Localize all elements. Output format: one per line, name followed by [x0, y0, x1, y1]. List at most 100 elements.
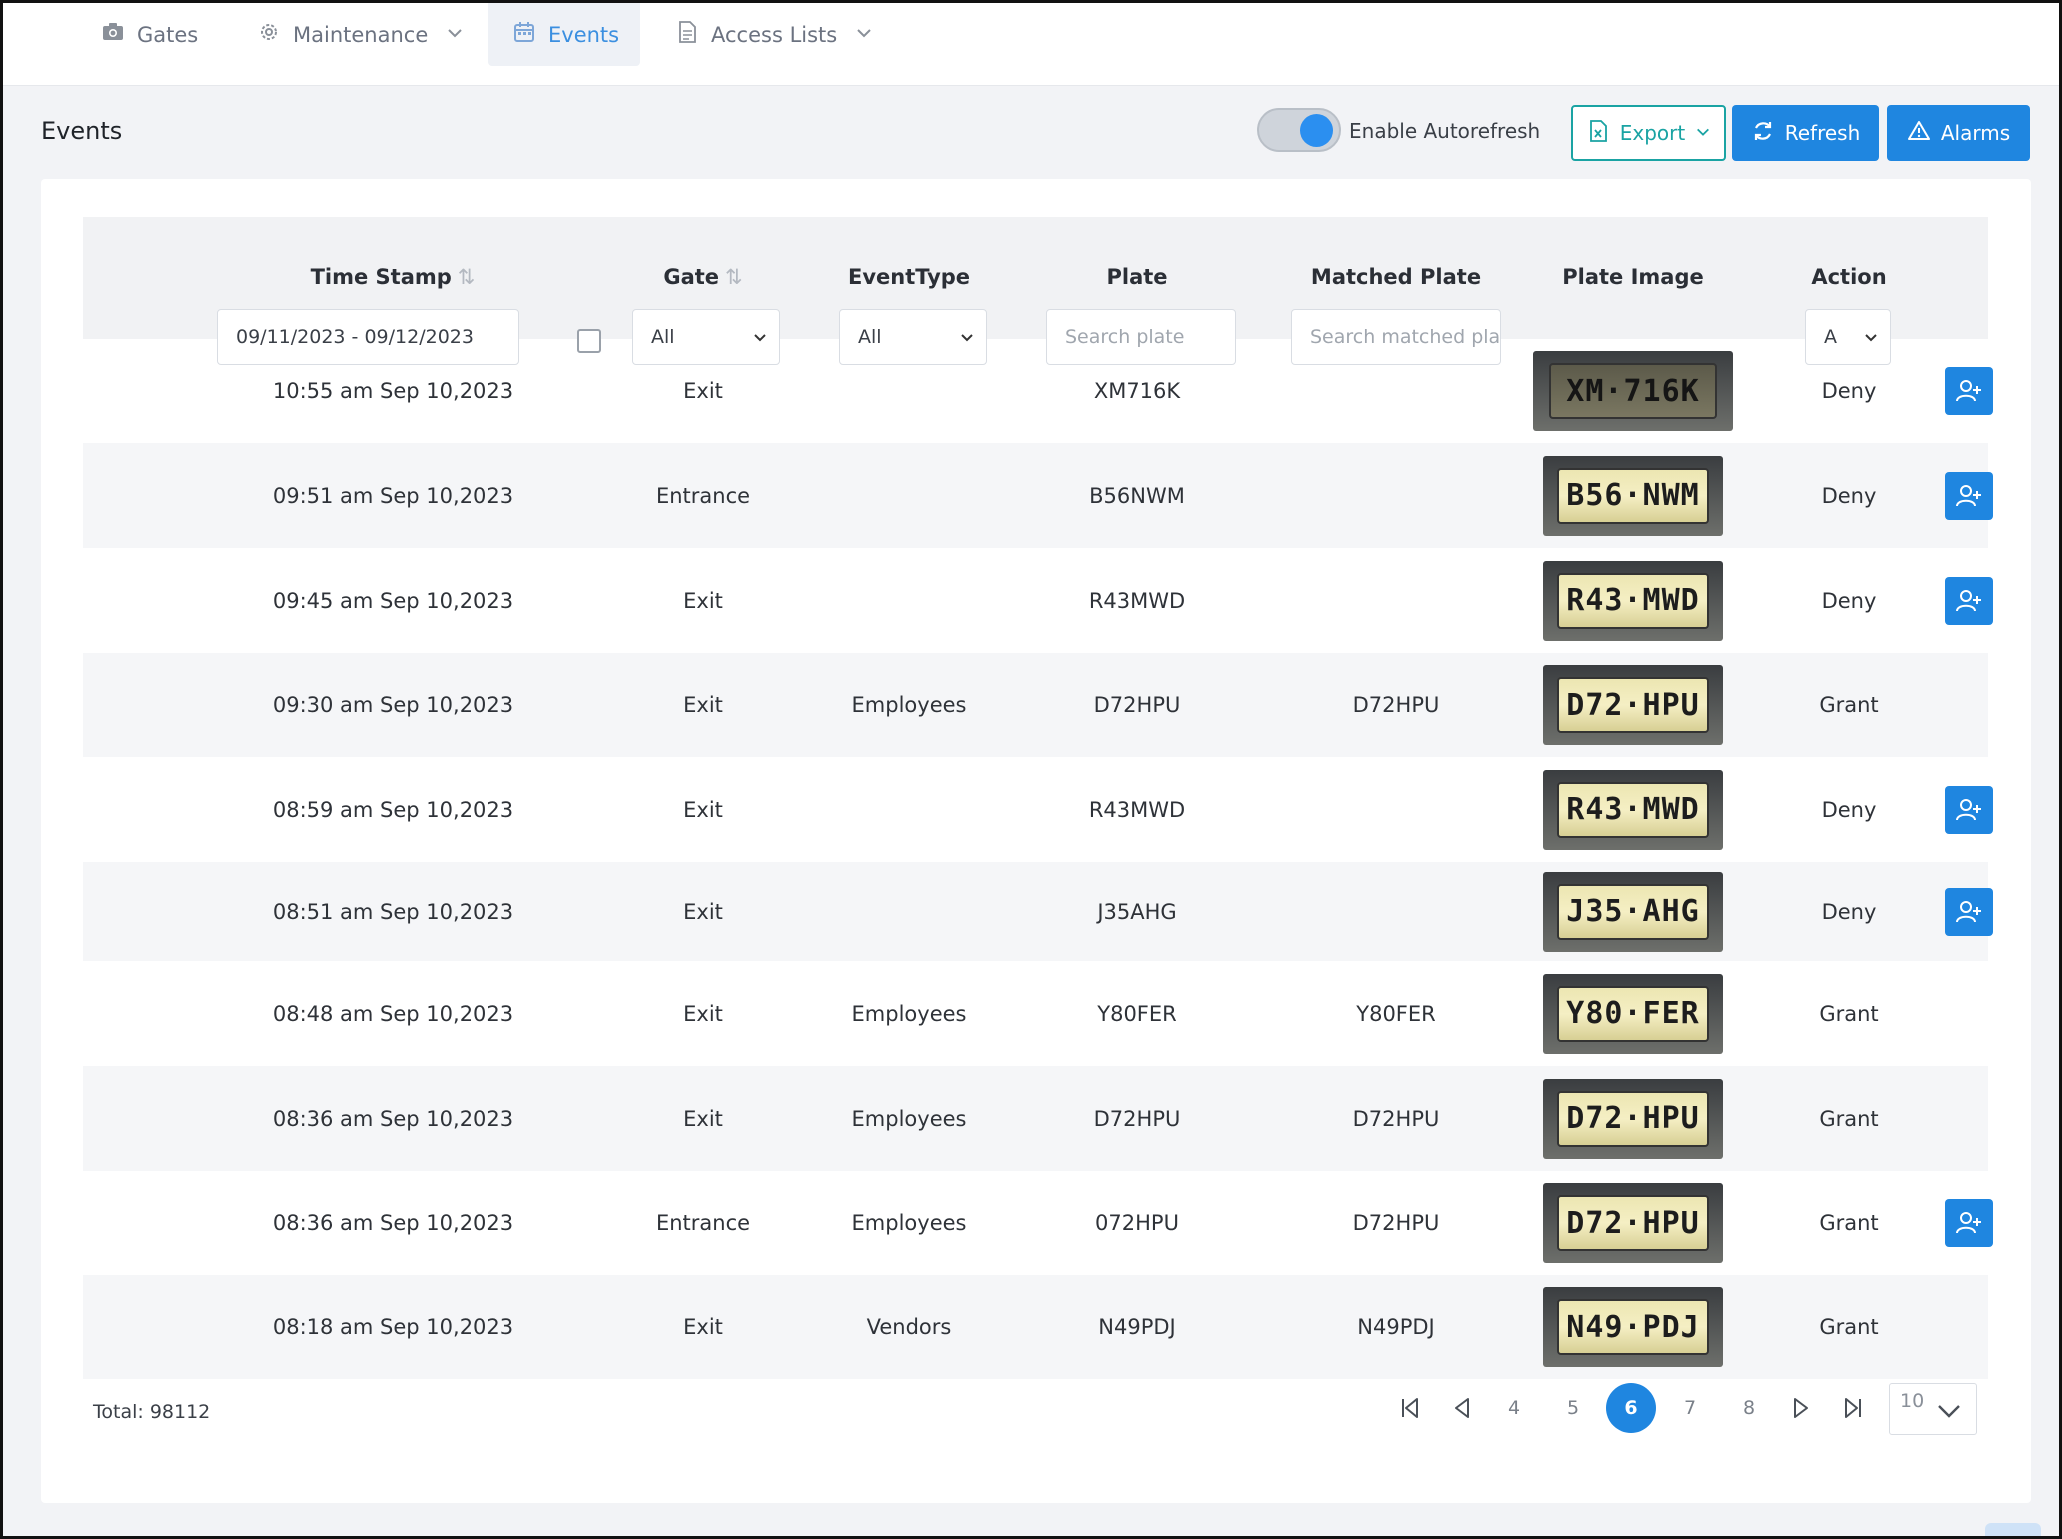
- autorefresh-label: Enable Autorefresh: [1349, 119, 1541, 143]
- page-button[interactable]: 7: [1665, 1383, 1715, 1433]
- export-button[interactable]: Export: [1571, 105, 1726, 161]
- eventtype-cell: Employees: [851, 1211, 967, 1235]
- plate-cell: 072HPU: [1095, 1211, 1179, 1235]
- plate-image[interactable]: B56·NWM: [1543, 455, 1723, 536]
- last-page-button[interactable]: [1828, 1383, 1878, 1433]
- plate-cell: J35AHG: [1097, 899, 1177, 924]
- autorefresh-toggle[interactable]: [1257, 108, 1341, 152]
- add-user-icon: [1956, 1212, 1981, 1234]
- plate-image-text: B56·NWM: [1557, 467, 1709, 524]
- plate-cell: XM716K: [1093, 379, 1181, 403]
- sort-icon[interactable]: ⇅: [458, 265, 476, 289]
- column-header-plate-image: Plate Image: [1562, 265, 1704, 289]
- eventtype-cell: Vendors: [866, 1315, 952, 1339]
- page-size-value: 10: [1900, 1390, 1925, 1412]
- column-header-plate: Plate: [1106, 265, 1168, 289]
- gate-cell: Exit: [683, 899, 723, 924]
- plate-image[interactable]: J35·AHG: [1543, 871, 1723, 952]
- page-button[interactable]: 5: [1548, 1383, 1598, 1433]
- gate-cell: Exit: [683, 379, 723, 403]
- plate-image[interactable]: D72·HPU: [1543, 665, 1723, 745]
- prev-page-button[interactable]: [1437, 1383, 1487, 1433]
- prev-page-icon: [1455, 1398, 1469, 1418]
- plate-image[interactable]: Y80·FER: [1543, 973, 1723, 1054]
- add-user-icon: [1956, 798, 1981, 820]
- tab-maintenance[interactable]: Maintenance: [233, 3, 488, 66]
- refresh-icon: [1751, 119, 1775, 148]
- next-page-button[interactable]: [1776, 1383, 1826, 1433]
- table-row[interactable]: 08:36 am Sep 10,2023 Entrance Employees 072…: [83, 1171, 1993, 1275]
- add-to-list-button[interactable]: [1945, 576, 1993, 625]
- plate-image[interactable]: R43·MWD: [1543, 560, 1723, 641]
- matched-plate-cell: D72HPU: [1352, 1211, 1440, 1235]
- gear-icon: [257, 20, 281, 49]
- page-size-select[interactable]: 10: [1889, 1383, 1977, 1435]
- action-cell: Deny: [1821, 899, 1877, 924]
- table-row[interactable]: 09:45 am Sep 10,2023 Exit R43MWD Deny R43·MW…: [83, 548, 1993, 653]
- timestamp-cell: 10:55 am Sep 10,2023: [272, 379, 514, 403]
- action-cell: Deny: [1821, 483, 1877, 508]
- timestamp-cell: 09:51 am Sep 10,2023: [272, 483, 514, 508]
- table-row[interactable]: 08:36 am Sep 10,2023 Exit Employees D72HPU D…: [83, 1066, 1988, 1171]
- timestamp-cell: 09:45 am Sep 10,2023: [272, 588, 514, 613]
- total-count: Total: 98112: [93, 1401, 211, 1423]
- eventtype-cell: Employees: [851, 1106, 967, 1131]
- eventtype-cell: Employees: [851, 693, 967, 717]
- document-icon: [675, 20, 699, 49]
- table-row[interactable]: 08:48 am Sep 10,2023 Exit Employees Y80FER Y…: [83, 961, 1988, 1066]
- plate-image[interactable]: D72·HPU: [1543, 1183, 1723, 1263]
- table-row[interactable]: 10:55 am Sep 10,2023 Exit XM716K Deny XM·716…: [83, 339, 1993, 443]
- timestamp-cell: 08:59 am Sep 10,2023: [272, 797, 514, 822]
- gate-cell: Exit: [683, 797, 723, 822]
- timestamp-cell: 08:48 am Sep 10,2023: [272, 1001, 514, 1026]
- add-user-icon: [1956, 900, 1981, 922]
- gate-cell: Exit: [683, 1001, 723, 1026]
- timestamp-cell: 09:30 am Sep 10,2023: [272, 693, 514, 717]
- plate-image[interactable]: D72·HPU: [1543, 1078, 1723, 1159]
- table-row[interactable]: 09:51 am Sep 10,2023 Entrance B56NWM Deny B5…: [83, 443, 1993, 548]
- column-header-eventtype: EventType: [847, 265, 971, 289]
- matched-plate-cell: Y80FER: [1356, 1001, 1436, 1026]
- plate-image-text: R43·MWD: [1557, 572, 1709, 629]
- tab-events[interactable]: Events: [488, 3, 640, 66]
- page-button[interactable]: 8: [1724, 1383, 1774, 1433]
- gate-cell: Exit: [683, 693, 723, 717]
- column-header-action: Action: [1811, 265, 1887, 289]
- action-cell: Grant: [1819, 1315, 1879, 1339]
- scroll-top-button[interactable]: [1985, 1523, 2041, 1536]
- plate-image[interactable]: XM·716K: [1533, 351, 1733, 431]
- table-row[interactable]: 08:59 am Sep 10,2023 Exit R43MWD Deny R43·MW…: [83, 757, 1993, 862]
- column-header-timestamp[interactable]: Time Stamp ⇅: [311, 265, 476, 289]
- tab-gates[interactable]: Gates: [77, 3, 222, 66]
- matched-plate-cell: N49PDJ: [1357, 1315, 1435, 1339]
- table-row[interactable]: 08:51 am Sep 10,2023 Exit J35AHG Deny J35·AH…: [83, 862, 1993, 961]
- alarms-button[interactable]: Alarms: [1887, 105, 2030, 161]
- plate-cell: R43MWD: [1088, 588, 1186, 613]
- add-to-list-button[interactable]: [1945, 471, 1993, 520]
- plate-cell: B56NWM: [1089, 483, 1185, 508]
- current-page-button[interactable]: 6: [1606, 1383, 1656, 1433]
- sort-icon[interactable]: ⇅: [725, 265, 743, 289]
- page-button[interactable]: 4: [1489, 1383, 1539, 1433]
- tab-access-lists[interactable]: Access Lists: [651, 3, 897, 66]
- add-user-icon: [1956, 589, 1981, 611]
- table-row[interactable]: 08:18 am Sep 10,2023 Exit Vendors N49PDJ N49…: [83, 1275, 1988, 1379]
- plate-image[interactable]: N49·PDJ: [1543, 1287, 1723, 1367]
- action-cell: Grant: [1819, 1211, 1879, 1235]
- table-row[interactable]: 09:30 am Sep 10,2023 Exit Employees D72HPU D…: [83, 653, 1988, 757]
- action-cell: Grant: [1819, 1106, 1879, 1131]
- plate-image-text: N49·PDJ: [1557, 1299, 1709, 1355]
- add-to-list-button[interactable]: [1945, 1199, 1993, 1247]
- column-header-gate[interactable]: Gate ⇅: [663, 265, 742, 289]
- add-to-list-button[interactable]: [1945, 887, 1993, 936]
- plate-image-text: Y80·FER: [1557, 985, 1709, 1042]
- refresh-button[interactable]: Refresh: [1732, 105, 1879, 161]
- plate-image[interactable]: R43·MWD: [1543, 769, 1723, 850]
- add-to-list-button[interactable]: [1945, 785, 1993, 834]
- chevron-down-icon: [440, 23, 464, 47]
- calendar-icon: [512, 20, 536, 49]
- first-page-button[interactable]: [1385, 1383, 1435, 1433]
- add-to-list-button[interactable]: [1945, 367, 1993, 415]
- tab-label: Maintenance: [293, 22, 429, 47]
- events-card: Time Stamp ⇅ Gate ⇅ EventType Plate Matche…: [41, 179, 2031, 1503]
